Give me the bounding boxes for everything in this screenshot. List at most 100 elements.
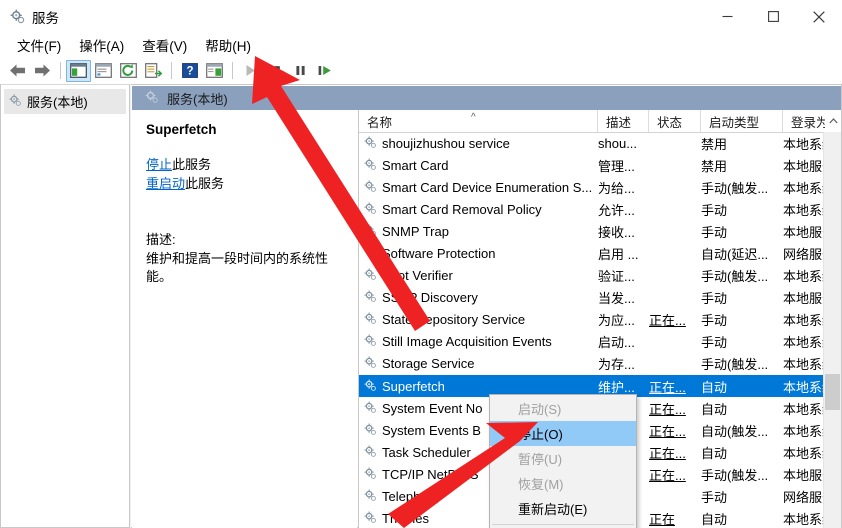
- restart-service-icon[interactable]: [313, 60, 338, 82]
- cell-name: SNMP Trap: [359, 220, 595, 242]
- details-header-label: 服务(本地): [167, 91, 228, 107]
- service-name-text: Task Scheduler: [382, 444, 471, 460]
- cell-status: [649, 331, 697, 353]
- column-header-startup[interactable]: 启动类型: [701, 110, 783, 132]
- cell-startup-type: 自动(延迟...: [701, 247, 769, 263]
- help-icon[interactable]: ?: [177, 60, 202, 82]
- cell-name: Smart Card: [359, 154, 595, 176]
- details-header: 服务(本地): [132, 86, 841, 110]
- cell-startup-type: 自动: [701, 512, 728, 528]
- table-row[interactable]: Smart Card Device Enumeration S... 为给... 手…: [359, 176, 835, 198]
- table-row[interactable]: Smart Card 管理... 禁用 本地服务: [359, 154, 835, 176]
- table-row[interactable]: SNMP Trap 接收... 手动 本地服务: [359, 220, 835, 242]
- toolbar: ?: [0, 57, 842, 84]
- services-gear-icon: [363, 488, 377, 505]
- table-row[interactable]: SSDP Discovery 当发... 手动 本地服务: [359, 287, 835, 309]
- cell-name: shoujizhushou service: [359, 132, 595, 154]
- services-gear-icon: [363, 157, 377, 174]
- tree-pane: 服务(本地): [0, 84, 130, 528]
- vertical-scrollbar[interactable]: [823, 132, 841, 528]
- cell-status: [649, 132, 697, 154]
- context-menu-separator: [492, 524, 634, 525]
- export-list-icon[interactable]: [141, 60, 166, 82]
- scrollbar-thumb[interactable]: [825, 374, 840, 410]
- ctx-pause: 暂停(U): [490, 446, 636, 471]
- properties-icon[interactable]: [91, 60, 116, 82]
- cell-startup-type: 手动: [701, 224, 728, 240]
- cell-status: [649, 287, 697, 309]
- stop-this-service-link[interactable]: 停止此服务: [146, 155, 343, 174]
- start-service-icon[interactable]: [238, 60, 263, 82]
- service-name-text: SNMP Trap: [382, 223, 449, 239]
- pause-service-icon[interactable]: [288, 60, 313, 82]
- context-menu-item-label: 暂停(U): [518, 452, 563, 467]
- window-controls: [704, 0, 842, 33]
- menu-view[interactable]: 查看(V): [133, 33, 196, 57]
- cell-status: [649, 486, 697, 508]
- sidebar-item-services-local[interactable]: 服务(本地): [4, 89, 126, 114]
- forward-icon[interactable]: [30, 60, 55, 82]
- column-header-logon[interactable]: 登录为: [783, 110, 829, 132]
- cell-name: Still Image Acquisition Events: [359, 331, 595, 353]
- services-console-window: 服务 文件(F) 操作(A) 查看(V) 帮助(H) ? 服务(本地) 服务(本…: [0, 0, 842, 528]
- cell-startup-type: 自动: [701, 379, 728, 395]
- ctx-restart[interactable]: 重新启动(E): [490, 496, 636, 521]
- toolbar-separator-2: [171, 62, 172, 79]
- service-name-text: System Event No: [382, 400, 483, 416]
- cell-description: 允许...: [598, 202, 635, 218]
- services-gear-icon: [363, 245, 377, 262]
- cell-status: 正在...: [649, 463, 697, 485]
- back-icon[interactable]: [5, 60, 30, 82]
- menu-help[interactable]: 帮助(H): [196, 33, 260, 57]
- minimize-button[interactable]: [704, 0, 750, 33]
- service-details-pane: Superfetch 停止此服务 重启动此服务 描述: 维护和提高一段时间内的系…: [132, 110, 357, 528]
- console-body: 服务(本地) 服务(本地) Superfetch 停止此服务 重启动此服务 描述…: [0, 84, 842, 528]
- show-hide-tree-icon[interactable]: [66, 59, 91, 82]
- show-action-pane-icon[interactable]: [202, 60, 227, 82]
- services-gear-icon: [9, 8, 25, 27]
- cell-startup-type: 手动: [701, 335, 728, 351]
- service-name-text: Smart Card Device Enumeration S...: [382, 179, 593, 195]
- service-name-text: System Events B: [382, 422, 481, 438]
- status-text: 正在: [649, 512, 676, 528]
- services-gear-icon: [363, 422, 377, 439]
- cell-description: 验证...: [598, 269, 635, 285]
- table-row[interactable]: State Repository Service 为应... 正在... 手动 本地系统: [359, 309, 835, 331]
- close-button[interactable]: [796, 0, 842, 33]
- cell-name: Storage Service: [359, 353, 595, 375]
- table-row[interactable]: shoujizhushou service shou... 禁用 本地系统: [359, 132, 835, 154]
- service-name-text: Still Image Acquisition Events: [382, 334, 552, 350]
- scroll-up-button[interactable]: [825, 110, 841, 132]
- services-gear-icon: [363, 400, 377, 417]
- status-text: 正在...: [649, 313, 686, 329]
- service-name-heading: Superfetch: [146, 122, 217, 137]
- restart-this-service-link[interactable]: 重启动此服务: [146, 174, 343, 193]
- service-name-text: Spot Verifier: [382, 268, 453, 284]
- maximize-button[interactable]: [750, 0, 796, 33]
- column-header-description[interactable]: 描述: [598, 110, 649, 132]
- cell-name: Spot Verifier: [359, 265, 595, 287]
- stop-service-icon[interactable]: [263, 60, 288, 82]
- cell-name: Smart Card Device Enumeration S...: [359, 176, 595, 198]
- cell-startup-type: 禁用: [701, 158, 728, 174]
- table-row[interactable]: Storage Service 为存... 手动(触发... 本地系统: [359, 353, 835, 375]
- menu-file[interactable]: 文件(F): [8, 33, 70, 57]
- refresh-icon[interactable]: [116, 60, 141, 82]
- menu-bar: 文件(F) 操作(A) 查看(V) 帮助(H): [0, 33, 842, 57]
- column-header-name[interactable]: 名称 ^: [359, 110, 598, 132]
- toolbar-separator: [60, 62, 61, 79]
- table-row[interactable]: Smart Card Removal Policy 允许... 手动 本地系统: [359, 198, 835, 220]
- cell-startup-type: 手动(触发...: [701, 357, 769, 373]
- services-gear-icon: [363, 135, 377, 152]
- title-bar-left: 服务: [9, 7, 59, 27]
- cell-status: [649, 176, 697, 198]
- service-name-text: Storage Service: [382, 356, 475, 372]
- cell-status: 正在...: [649, 375, 697, 397]
- context-menu-item-label: 启动(S): [518, 402, 562, 417]
- column-header-status[interactable]: 状态: [649, 110, 701, 132]
- ctx-stop[interactable]: 停止(O): [490, 421, 636, 446]
- table-row[interactable]: Software Protection 启用 ... 自动(延迟... 网络服务: [359, 242, 835, 264]
- table-row[interactable]: Spot Verifier 验证... 手动(触发... 本地系统: [359, 265, 835, 287]
- table-row[interactable]: Still Image Acquisition Events 启动... 手动 本地系…: [359, 331, 835, 353]
- menu-action[interactable]: 操作(A): [70, 33, 133, 57]
